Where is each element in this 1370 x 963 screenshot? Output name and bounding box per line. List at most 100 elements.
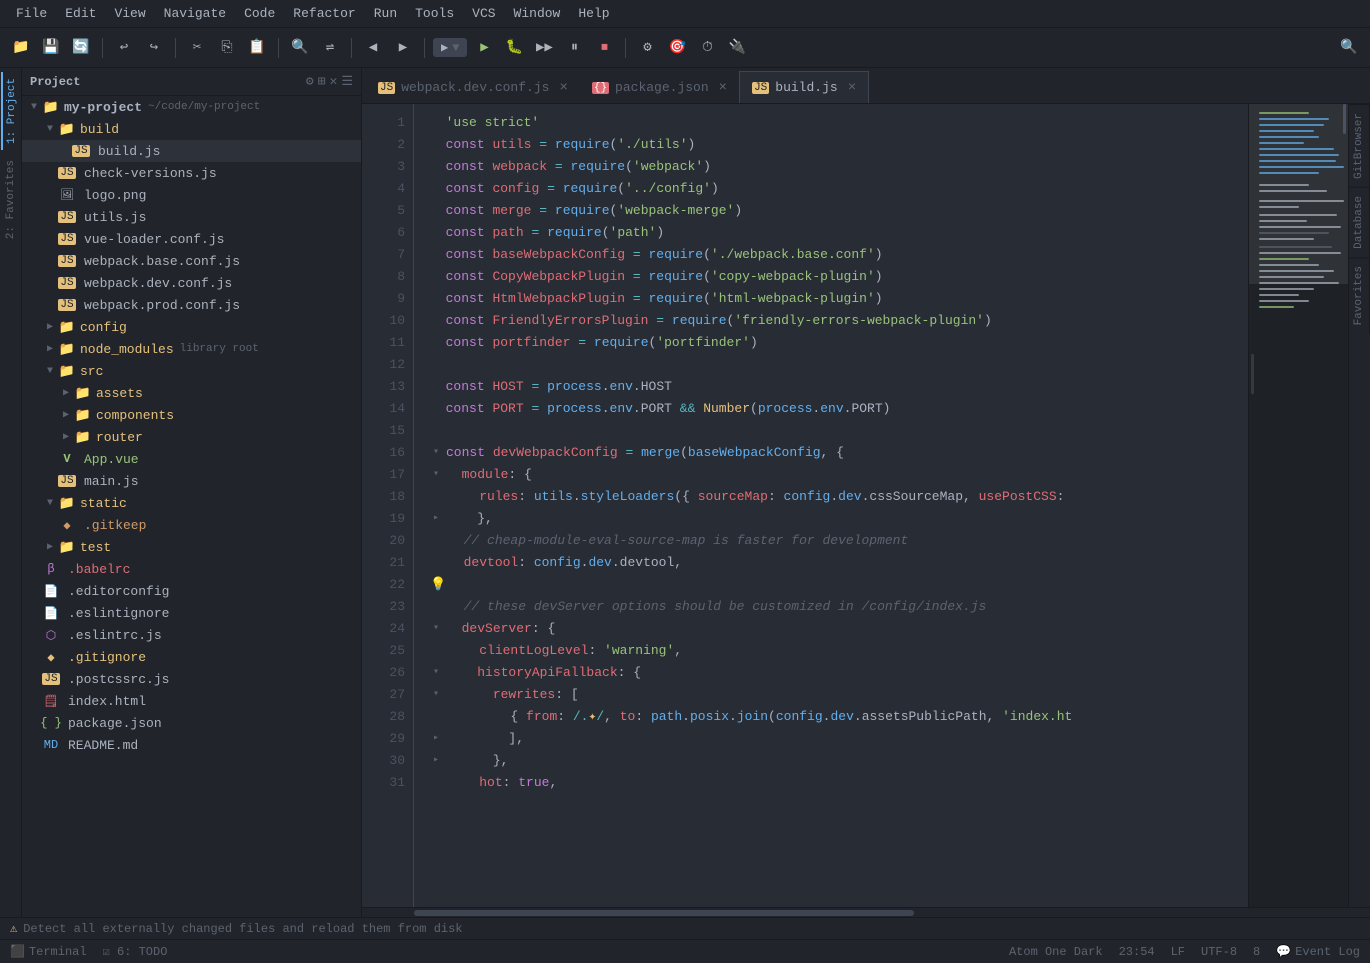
menu-file[interactable]: File bbox=[8, 4, 55, 23]
toolbar-build-btn[interactable]: ⚙ bbox=[634, 35, 660, 61]
toolbar-debug-btn[interactable]: 🐛 bbox=[501, 35, 527, 61]
tree-item-build-js[interactable]: JS build.js bbox=[22, 140, 361, 162]
tree-item-index-html[interactable]: 🗒 index.html bbox=[22, 690, 361, 712]
menu-view[interactable]: View bbox=[106, 4, 153, 23]
tree-item-babelrc[interactable]: β .babelrc bbox=[22, 558, 361, 580]
menu-code[interactable]: Code bbox=[236, 4, 283, 23]
file-tree-scroll[interactable]: ▼ 📁 my-project ~/code/my-project ▼ 📁 bui… bbox=[22, 96, 361, 917]
toolbar-find-btn[interactable]: 🔍 bbox=[287, 35, 313, 61]
toolbar-profile-btn[interactable]: ⏱ bbox=[694, 35, 720, 61]
fold-icon-16[interactable]: ▾ bbox=[430, 447, 442, 459]
status-line-ending[interactable]: LF bbox=[1171, 945, 1185, 959]
toolbar-stop-btn[interactable]: ⏹ bbox=[591, 35, 617, 61]
menu-tools[interactable]: Tools bbox=[407, 4, 462, 23]
tree-item-root[interactable]: ▼ 📁 my-project ~/code/my-project bbox=[22, 96, 361, 118]
tree-item-check-versions[interactable]: JS check-versions.js bbox=[22, 162, 361, 184]
status-theme[interactable]: Atom One Dark bbox=[1009, 945, 1103, 959]
status-event-log[interactable]: 💬 Event Log bbox=[1276, 944, 1360, 959]
tree-item-webpack-base[interactable]: JS webpack.base.conf.js bbox=[22, 250, 361, 272]
tab-webpack-dev-close[interactable]: × bbox=[559, 80, 567, 96]
menu-window[interactable]: Window bbox=[506, 4, 569, 23]
status-encoding[interactable]: UTF-8 bbox=[1201, 945, 1237, 959]
tree-item-package-json[interactable]: { } package.json bbox=[22, 712, 361, 734]
right-tab-database[interactable]: Database bbox=[1349, 187, 1370, 257]
hscroll-thumb[interactable] bbox=[414, 910, 914, 916]
status-todo[interactable]: ☑ 6: TODO bbox=[103, 944, 168, 959]
toolbar-coverage-btn[interactable]: ⏸ bbox=[561, 35, 587, 61]
menu-navigate[interactable]: Navigate bbox=[156, 4, 234, 23]
tree-item-components-folder[interactable]: ▶ 📁 components bbox=[22, 404, 361, 426]
tree-item-webpack-prod[interactable]: JS webpack.prod.conf.js bbox=[22, 294, 361, 316]
toolbar-search-btn[interactable]: 🔍 bbox=[1336, 35, 1362, 61]
status-terminal[interactable]: ⬛ Terminal bbox=[10, 944, 87, 959]
tree-item-postcssrc[interactable]: JS .postcssrc.js bbox=[22, 668, 361, 690]
menu-run[interactable]: Run bbox=[366, 4, 405, 23]
menu-edit[interactable]: Edit bbox=[57, 4, 104, 23]
status-indent[interactable]: 8 bbox=[1253, 945, 1260, 959]
editor-tab-build-js[interactable]: JS build.js × bbox=[739, 71, 869, 103]
tab-build-js-close[interactable]: × bbox=[848, 80, 856, 96]
tree-item-build-folder[interactable]: ▼ 📁 build bbox=[22, 118, 361, 140]
toolbar-save-btn[interactable]: 💾 bbox=[38, 35, 64, 61]
toolbar-undo-btn[interactable]: ↩ bbox=[111, 35, 137, 61]
toolbar-forward-btn[interactable]: ▶ bbox=[390, 35, 416, 61]
fold-icon-29[interactable]: ▸ bbox=[430, 733, 442, 745]
tree-item-eslintrc[interactable]: ⬡ .eslintrc.js bbox=[22, 624, 361, 646]
code-content[interactable]: 'use strict' const utils = require('./ut… bbox=[414, 104, 1248, 907]
toolbar-settings-btn[interactable]: 🎯 bbox=[664, 35, 690, 61]
tree-item-router-folder[interactable]: ▶ 📁 router bbox=[22, 426, 361, 448]
toolbar-folder-btn[interactable]: 📁 bbox=[8, 35, 34, 61]
menu-refactor[interactable]: Refactor bbox=[285, 4, 363, 23]
tree-item-readme[interactable]: MD README.md bbox=[22, 734, 361, 756]
fold-icon-27[interactable]: ▾ bbox=[430, 689, 442, 701]
tree-item-node-modules[interactable]: ▶ 📁 node_modules library root bbox=[22, 338, 361, 360]
toolbar-sync-btn[interactable]: 🔄 bbox=[68, 35, 94, 61]
toolbar-copy-btn[interactable]: ⎘ bbox=[214, 35, 240, 61]
fold-icon-19[interactable]: ▸ bbox=[430, 513, 442, 525]
tree-item-eslintignore[interactable]: 📄 .eslintignore bbox=[22, 602, 361, 624]
right-tab-gitbrowser[interactable]: GitBrowser bbox=[1349, 104, 1370, 187]
tree-item-utils-js[interactable]: JS utils.js bbox=[22, 206, 361, 228]
left-tab-project[interactable]: 1: Project bbox=[1, 72, 21, 150]
fold-icon-30[interactable]: ▸ bbox=[430, 755, 442, 767]
horizontal-scrollbar[interactable] bbox=[362, 907, 1370, 917]
tree-item-assets-folder[interactable]: ▶ 📁 assets bbox=[22, 382, 361, 404]
tree-item-editorconfig[interactable]: 📄 .editorconfig bbox=[22, 580, 361, 602]
run-config-dropdown[interactable]: ▶▼ bbox=[433, 38, 467, 57]
menu-help[interactable]: Help bbox=[570, 4, 617, 23]
expand-icon[interactable]: ⊞ bbox=[318, 74, 326, 89]
status-position[interactable]: 23:54 bbox=[1119, 945, 1155, 959]
tree-item-src-folder[interactable]: ▼ 📁 src bbox=[22, 360, 361, 382]
fold-icon-26[interactable]: ▾ bbox=[430, 667, 442, 679]
editor-tab-webpack-dev[interactable]: JS webpack.dev.conf.js × bbox=[366, 71, 580, 103]
toolbar-back-btn[interactable]: ◀ bbox=[360, 35, 386, 61]
toolbar-run-test-btn[interactable]: ▶▶ bbox=[531, 35, 557, 61]
fold-icon-24[interactable]: ▾ bbox=[430, 623, 442, 635]
close-panel-icon[interactable]: ✕ bbox=[330, 74, 338, 89]
tab-package-json-close[interactable]: × bbox=[719, 80, 727, 96]
toolbar-plugins-btn[interactable]: 🔌 bbox=[724, 35, 750, 61]
minimap-scrollbar-thumb[interactable] bbox=[1343, 104, 1346, 134]
tree-item-logo-png[interactable]: 🖼 logo.png bbox=[22, 184, 361, 206]
toolbar-run-btn[interactable]: ▶ bbox=[471, 35, 497, 61]
tree-item-webpack-dev[interactable]: JS webpack.dev.conf.js bbox=[22, 272, 361, 294]
tree-item-app-vue[interactable]: V App.vue bbox=[22, 448, 361, 470]
tree-item-main-js[interactable]: JS main.js bbox=[22, 470, 361, 492]
tree-item-gitignore[interactable]: ◆ .gitignore bbox=[22, 646, 361, 668]
tree-item-config-folder[interactable]: ▶ 📁 config bbox=[22, 316, 361, 338]
toolbar-redo-btn[interactable]: ↪ bbox=[141, 35, 167, 61]
fold-icon-17[interactable]: ▾ bbox=[430, 469, 442, 481]
right-tab-favorites[interactable]: Favorites bbox=[1349, 257, 1370, 333]
tree-item-vue-loader[interactable]: JS vue-loader.conf.js bbox=[22, 228, 361, 250]
tree-item-gitkeep[interactable]: ◆ .gitkeep bbox=[22, 514, 361, 536]
settings-icon[interactable]: ☰ bbox=[341, 74, 353, 89]
editor-tab-package-json[interactable]: {} package.json × bbox=[580, 71, 739, 103]
toolbar-paste-btn[interactable]: 📋 bbox=[244, 35, 270, 61]
tree-item-static-folder[interactable]: ▼ 📁 static bbox=[22, 492, 361, 514]
toolbar-replace-btn[interactable]: ⇌ bbox=[317, 35, 343, 61]
left-tab-favorites[interactable]: 2: Favorites bbox=[2, 154, 20, 245]
gear-icon[interactable]: ⚙ bbox=[306, 74, 314, 89]
menu-vcs[interactable]: VCS bbox=[464, 4, 503, 23]
tree-item-test-folder[interactable]: ▶ 📁 test bbox=[22, 536, 361, 558]
toolbar-cut-btn[interactable]: ✂ bbox=[184, 35, 210, 61]
